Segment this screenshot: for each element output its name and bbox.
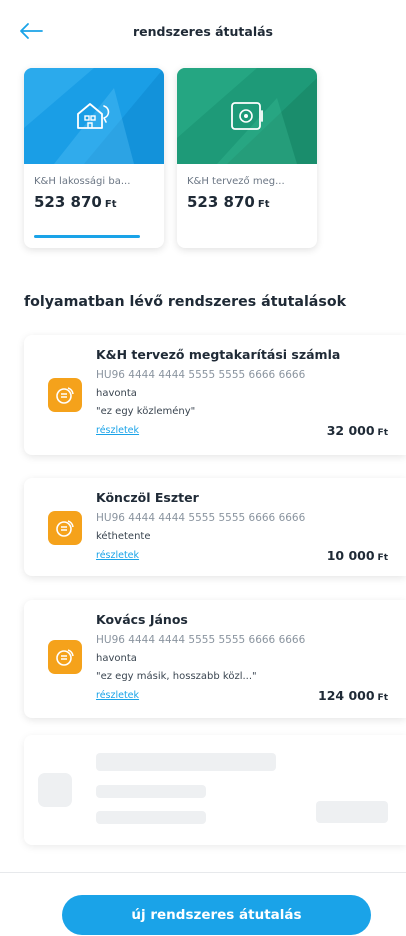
transfer-frequency: havonta — [96, 388, 137, 399]
transfer-frequency: kéthetente — [96, 531, 151, 542]
account-banner — [177, 68, 317, 164]
placeholder-line — [96, 785, 206, 798]
account-card-lakossagi[interactable]: K&H lakossági ba... 523 870 Ft — [24, 68, 164, 248]
transfer-amount: 32 000 Ft — [326, 423, 388, 438]
coins-icon — [48, 640, 82, 674]
transfer-amount: 10 000 Ft — [326, 548, 388, 563]
section-title: folyamatban lévő rendszeres átutalások — [24, 294, 347, 310]
placeholder-line — [96, 753, 276, 771]
account-name: K&H lakossági ba... — [34, 176, 131, 187]
header: rendszeres átutalás — [0, 0, 406, 62]
transfer-iban: HU96 4444 4444 5555 5555 6666 6666 — [96, 634, 306, 646]
safe-icon — [231, 102, 263, 130]
transfer-name: Kovács János — [96, 612, 188, 627]
placeholder-line — [96, 811, 206, 824]
new-recurring-transfer-button[interactable]: új rendszeres átutalás — [62, 895, 371, 935]
transfer-iban: HU96 4444 4444 5555 5555 6666 6666 — [96, 512, 306, 524]
account-balance: 523 870 Ft — [34, 193, 117, 211]
house-icon — [77, 103, 110, 129]
transfer-iban: HU96 4444 4444 5555 5555 6666 6666 — [96, 369, 306, 381]
placeholder-badge — [38, 773, 72, 807]
page-title: rendszeres átutalás — [133, 24, 273, 39]
transfer-name: K&H tervező megtakarítási számla — [96, 347, 341, 362]
account-balance: 523 870 Ft — [187, 193, 270, 211]
account-card-tervezo[interactable]: K&H tervező meg... 523 870 Ft — [177, 68, 317, 248]
account-banner — [24, 68, 164, 164]
details-link[interactable]: részletek — [96, 690, 139, 701]
coins-icon — [48, 378, 82, 412]
coins-icon — [48, 511, 82, 545]
divider — [0, 872, 406, 873]
selected-indicator — [34, 235, 140, 238]
transfer-amount: 124 000 Ft — [318, 688, 388, 703]
transfer-name: Könczöl Eszter — [96, 490, 199, 505]
details-link[interactable]: részletek — [96, 550, 139, 561]
transfer-note: "ez egy közlemény" — [96, 406, 196, 417]
transfer-card[interactable]: K&H tervező megtakarítási számla HU96 44… — [24, 335, 406, 455]
transfer-frequency: havonta — [96, 653, 137, 664]
details-link[interactable]: részletek — [96, 425, 139, 436]
transfer-card[interactable]: Kovács János HU96 4444 4444 5555 5555 66… — [24, 600, 406, 718]
account-name: K&H tervező meg... — [187, 176, 285, 187]
transfer-note: "ez egy másik, hosszabb közl..." — [96, 671, 257, 682]
placeholder-amount — [316, 801, 388, 823]
loading-placeholder-card — [24, 735, 406, 845]
transfer-card[interactable]: Könczöl Eszter HU96 4444 4444 5555 5555 … — [24, 478, 406, 576]
